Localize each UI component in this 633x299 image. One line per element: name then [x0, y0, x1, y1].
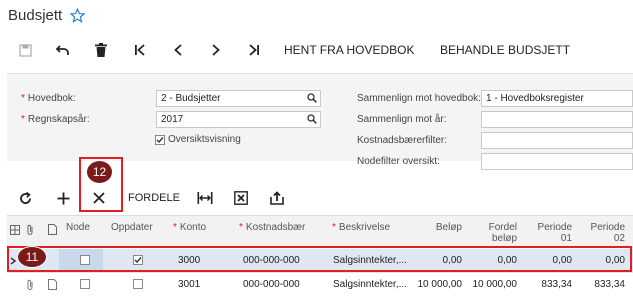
compare-year-field[interactable]	[481, 111, 633, 128]
callout-badge-11: 11	[17, 246, 47, 268]
attachment-icon[interactable]	[26, 224, 34, 236]
col-beskrivelse[interactable]: * Beskrivelse	[332, 222, 390, 233]
export-excel-icon[interactable]	[233, 190, 249, 206]
attachment-icon[interactable]	[26, 279, 34, 291]
periode-01-cell[interactable]: 833,34	[522, 279, 572, 290]
konto-cell[interactable]: 3001	[178, 279, 200, 290]
main-toolbar: HENT FRA HOVEDBOK BEHANDLE BUDSJETT	[0, 36, 633, 64]
first-record-icon[interactable]	[132, 42, 148, 58]
page-title: Budsjett	[8, 6, 63, 24]
callout-box-11	[7, 246, 632, 272]
col-fordel-belop[interactable]: Fordel beløp	[469, 222, 517, 244]
next-record-icon[interactable]	[208, 42, 224, 58]
col-oppdater[interactable]: Oppdater	[111, 222, 153, 233]
compare-ledger-label: Sammenlign mot hovedbok:	[357, 93, 481, 104]
belop-cell[interactable]: 10 000,00	[409, 279, 463, 290]
col-node[interactable]: Node	[66, 222, 90, 233]
favorite-star-icon[interactable]	[70, 7, 86, 23]
fit-columns-icon[interactable]	[197, 190, 213, 206]
previous-record-icon[interactable]	[170, 42, 186, 58]
table-row[interactable]: 3001 000-000-000 Salgsinntekter,... 10 0…	[7, 272, 633, 295]
notes-icon[interactable]	[48, 224, 57, 235]
compare-ledger-field[interactable]: 1 - Hovedboksregister	[481, 90, 633, 107]
kostnadsbaerer-cell[interactable]: 000-000-000	[243, 279, 300, 290]
search-icon[interactable]	[307, 93, 317, 103]
node-checkbox[interactable]	[80, 279, 90, 289]
regnskapsar-label: * Regnskapsår:	[21, 114, 90, 125]
compare-ledger-value: 1 - Hovedboksregister	[486, 93, 584, 104]
notes-icon[interactable]	[48, 279, 57, 290]
beskrivelse-cell[interactable]: Salgsinntekter,...	[333, 279, 407, 290]
last-record-icon[interactable]	[246, 42, 262, 58]
col-periode-01[interactable]: Periode 01	[522, 222, 572, 244]
compare-year-label: Sammenlign mot år:	[357, 114, 447, 125]
distribute-button[interactable]: FORDELE	[128, 192, 180, 204]
add-row-icon[interactable]	[55, 190, 71, 206]
hovedbok-field[interactable]: 2 - Budsjetter	[156, 90, 321, 107]
save-icon[interactable]	[17, 42, 33, 58]
oversikt-label: Oversiktsvisning	[168, 134, 241, 145]
col-kostnadsbaerer[interactable]: * Kostnadsbær	[239, 222, 305, 233]
title-row: Budsjett	[8, 4, 86, 26]
oppdater-checkbox[interactable]	[133, 279, 143, 289]
search-icon[interactable]	[307, 114, 317, 124]
node-filter-field[interactable]	[481, 153, 633, 170]
delete-icon[interactable]	[93, 42, 109, 58]
grid-header: Node Oppdater * Konto * Kostnadsbær * Beskr…	[7, 215, 633, 248]
budget-filter-form: * Hovedbok: 2 - Budsjetter * Regnskapsår: …	[7, 73, 633, 170]
upload-icon[interactable]	[269, 190, 285, 206]
node-filter-label: Nodefilter oversikt:	[357, 156, 440, 167]
oversikt-checkbox[interactable]	[155, 135, 165, 145]
col-belop[interactable]: Beløp	[409, 222, 462, 233]
callout-badge-12: 12	[86, 160, 113, 184]
fetch-from-ledger-button[interactable]: HENT FRA HOVEDBOK	[284, 43, 414, 57]
col-periode-02[interactable]: Periode 02	[577, 222, 625, 244]
col-konto[interactable]: * Konto	[173, 222, 206, 233]
fordel-cell[interactable]: 10 000,00	[469, 279, 518, 290]
hovedbok-label: * Hovedbok:	[21, 93, 76, 104]
process-budget-button[interactable]: BEHANDLE BUDSJETT	[440, 43, 570, 57]
undo-icon[interactable]	[55, 42, 71, 58]
regnskapsar-field[interactable]: 2017	[156, 111, 321, 128]
refresh-icon[interactable]	[17, 190, 33, 206]
hovedbok-value: 2 - Budsjetter	[161, 93, 221, 104]
cost-filter-label: Kostnadsbærerfilter:	[357, 135, 448, 146]
periode-02-cell[interactable]: 833,34	[577, 279, 625, 290]
row-selector-icon[interactable]	[10, 225, 20, 235]
regnskapsar-value: 2017	[161, 114, 184, 125]
cost-filter-field[interactable]	[481, 132, 633, 149]
